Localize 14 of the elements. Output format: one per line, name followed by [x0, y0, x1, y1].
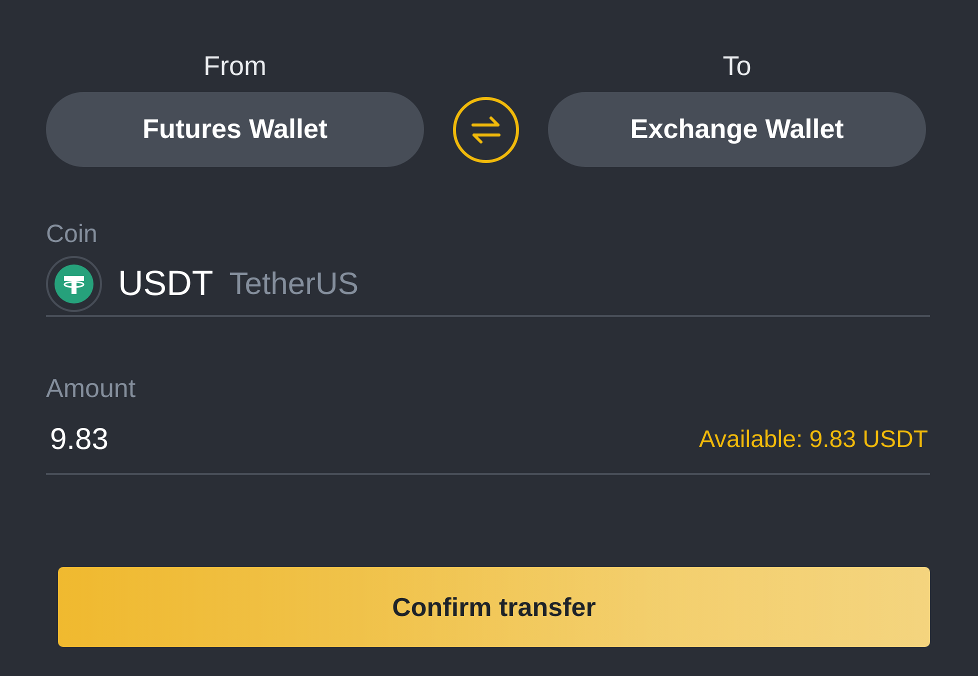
from-label: From	[204, 50, 266, 82]
confirm-transfer-button[interactable]: Confirm transfer	[58, 567, 930, 647]
to-label: To	[722, 50, 752, 82]
from-wallet-button[interactable]: Futures Wallet	[46, 92, 424, 167]
coin-select[interactable]: USDT TetherUS	[46, 253, 930, 317]
tether-coin-icon	[46, 256, 102, 312]
amount-label: Amount	[46, 373, 136, 403]
available-balance: Available: 9.83 USDT	[698, 426, 928, 454]
amount-input[interactable]: 9.83	[46, 419, 699, 461]
to-wallet-button[interactable]: Exchange Wallet	[548, 92, 926, 167]
coin-label: Coin	[46, 219, 98, 249]
coin-name: TetherUS	[229, 266, 359, 302]
swap-icon[interactable]	[452, 96, 520, 164]
coin-symbol: USDT	[118, 264, 214, 304]
